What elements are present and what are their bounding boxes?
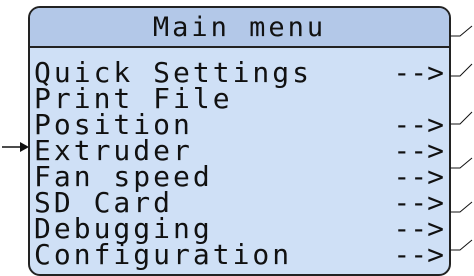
callout-lines (450, 25, 473, 251)
callout-line-icon (450, 157, 473, 169)
selection-pointer-arrow-icon (2, 142, 29, 152)
lcd-screen: Main menu Quick Settings --> Print File … (28, 6, 451, 276)
callout-line-icon (450, 25, 473, 37)
page-title: Main menu (152, 11, 327, 43)
callout-line-icon (450, 111, 473, 125)
lcd-header: Main menu (30, 8, 449, 48)
callout-line-icon (450, 201, 473, 213)
callout-line-icon (450, 63, 473, 77)
menu-item-configuration[interactable]: Configuration --> (34, 238, 444, 271)
submenu-chevron-icon: --> (393, 238, 444, 271)
menu-item-label: Configuration (34, 238, 293, 271)
submenu-chevron-icon: --> (393, 56, 444, 89)
callout-line-icon (450, 239, 473, 251)
